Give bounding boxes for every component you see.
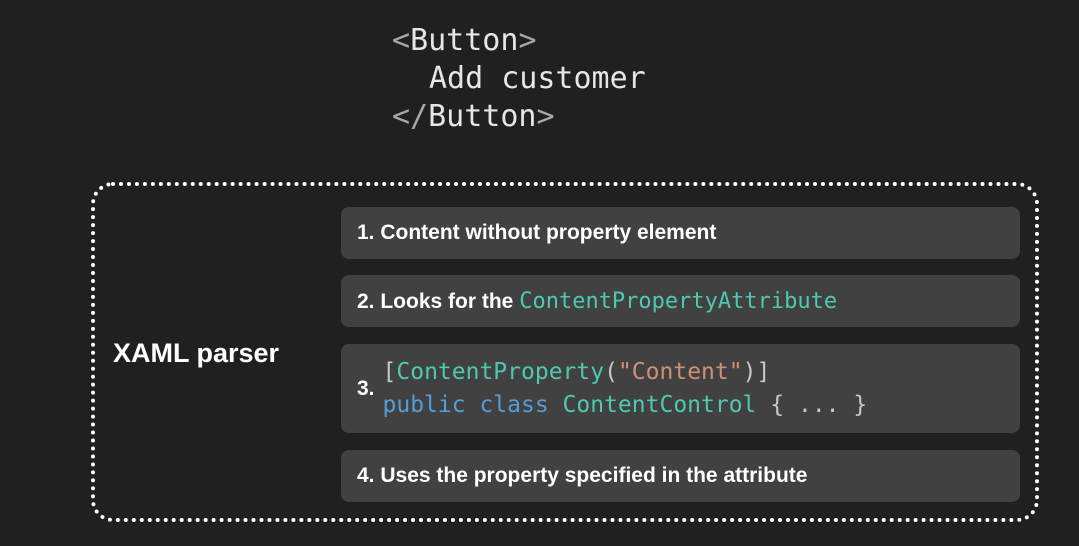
code-snippet: <Button> Add customer </Button> <box>392 22 646 136</box>
step-2-text: 2. Looks for the ContentPropertyAttribut… <box>357 289 837 314</box>
close-tag-name: Button <box>428 99 537 134</box>
class-keywords: public class <box>382 391 549 418</box>
step-4-uses-property: 4. Uses the property specified in the at… <box>341 450 1020 502</box>
open-tag-bracket-close: > <box>518 23 537 58</box>
close-tag-bracket-open: </ <box>392 99 429 134</box>
step-3-code-block: [ContentProperty("Content")] public clas… <box>383 356 868 422</box>
xaml-parser-label: XAML parser <box>113 338 280 368</box>
close-tag-bracket-close: > <box>536 99 555 134</box>
step-1-label: Content without property element <box>380 221 717 244</box>
open-tag-bracket-open: < <box>392 23 411 58</box>
step-4-number: 4. <box>357 464 375 487</box>
code-close-tag: </Button> <box>392 98 646 136</box>
class-body: { ... } <box>770 391 868 418</box>
step-3-code-line-1: [ContentProperty("Content")] <box>383 356 868 389</box>
attr-close-bracket: ] <box>756 358 771 385</box>
step-1-number: 1. <box>357 221 375 244</box>
step-4-text: 4. Uses the property specified in the at… <box>357 464 807 488</box>
step-1-content-without-property-element: 1. Content without property element <box>341 207 1020 259</box>
attr-string: "Content" <box>617 358 743 385</box>
step-3-number: 3. <box>357 376 375 400</box>
step-2-looks-for-attribute: 2. Looks for the ContentPropertyAttribut… <box>341 275 1020 327</box>
code-open-tag: <Button> <box>392 22 646 60</box>
step-2-label: Looks for the <box>380 289 514 313</box>
step-2-number: 2. <box>357 289 375 313</box>
code-content-text: Add customer <box>429 61 646 96</box>
step-3-code-example: 3. [ContentProperty("Content")] public c… <box>341 344 1020 433</box>
attr-open-bracket: [ <box>382 358 397 385</box>
step-1-text: 1. Content without property element <box>357 221 716 245</box>
step-3-code-line-2: public class ContentControl { ... } <box>383 389 868 422</box>
class-type-name: ContentControl <box>562 391 757 418</box>
attr-paren-open: ( <box>604 358 618 385</box>
attr-paren-close: ) <box>742 358 757 385</box>
attr-name: ContentProperty <box>396 358 605 385</box>
step-2-code: ContentPropertyAttribute <box>519 288 838 314</box>
step-4-label: Uses the property specified in the attri… <box>380 464 808 487</box>
open-tag-name: Button <box>410 23 519 58</box>
